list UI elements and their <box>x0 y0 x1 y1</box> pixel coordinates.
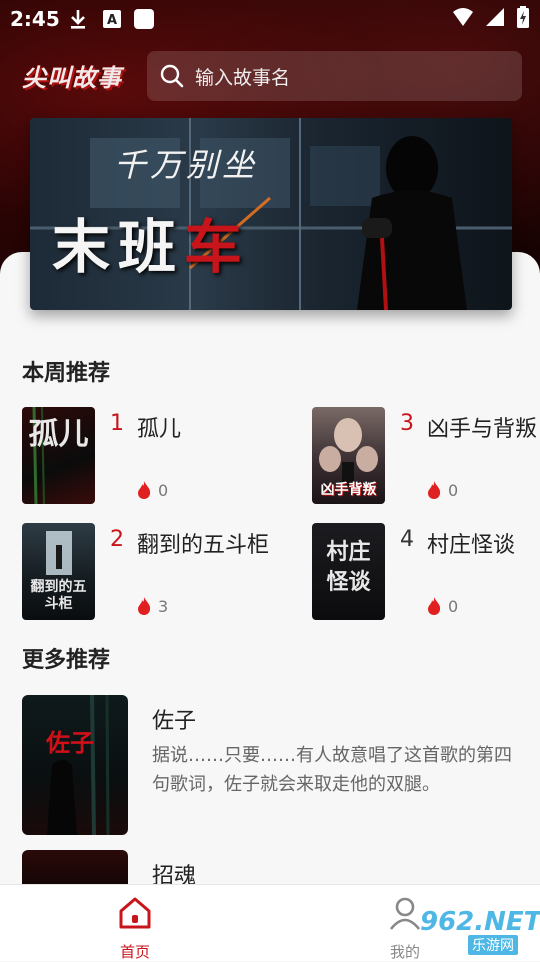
heat-count: 0 <box>448 596 459 616</box>
book-description: 据说……只要……有人故意唱了这首歌的第四句歌词，佐子就会来取走他的双腿。 <box>152 745 512 795</box>
book-title: 佐子 <box>152 709 197 734</box>
fire-icon <box>428 597 441 615</box>
status-right <box>452 6 530 28</box>
watermark-main: 962.NET <box>420 907 540 937</box>
weekly-book-item[interactable]: 孤儿 1 孤儿 0 <box>22 407 292 507</box>
rank-number: 1 <box>110 411 124 436</box>
heat-indicator: 0 <box>426 596 458 616</box>
nav-home-label: 首页 <box>119 943 150 961</box>
heat-indicator: 0 <box>136 480 168 500</box>
rank-number: 3 <box>400 411 414 436</box>
cover-text: 村庄怪谈 <box>326 539 371 595</box>
status-time: 2:45 <box>10 7 60 31</box>
banner-title-blood: 车 <box>184 213 251 281</box>
site-watermark: 962.NET 乐游网 <box>400 905 540 957</box>
book-cover: 孤儿 <box>22 407 95 504</box>
rank-number: 2 <box>110 527 124 552</box>
watermark-sub: 乐游网 <box>468 935 518 955</box>
hooded-figure-image <box>357 136 467 310</box>
banner-title: 末班车 <box>52 200 250 284</box>
banner-title-main: 末班 <box>52 213 185 281</box>
cover-text: 孤儿 <box>28 417 89 452</box>
status-bar: 2:45 A <box>0 0 540 36</box>
book-title: 翻到的五斗柜 <box>137 533 270 558</box>
heat-count: 0 <box>158 480 169 500</box>
cover-text: 翻到的五斗柜 <box>30 579 87 612</box>
search-icon <box>160 64 184 88</box>
weekly-book-item[interactable]: 村庄怪谈 4 村庄怪谈 0 <box>312 523 540 623</box>
cover-text: 凶手背叛 <box>320 482 377 498</box>
app-logo: 尖叫故事 <box>22 64 122 92</box>
book-cover: 翻到的五斗柜 <box>22 523 95 620</box>
weekly-book-item[interactable]: 凶手背叛 3 凶手与背叛 0 <box>312 407 540 507</box>
cover-text: 佐子 <box>46 728 94 757</box>
book-cover: 佐子 <box>22 695 128 835</box>
weekly-book-item[interactable]: 翻到的五斗柜 2 翻到的五斗柜 3 <box>22 523 292 623</box>
heat-indicator: 0 <box>426 480 458 500</box>
fire-icon <box>428 481 441 499</box>
heat-count: 0 <box>448 480 459 500</box>
weekly-section-title: 本周推荐 <box>22 361 111 386</box>
nav-home-tab[interactable]: 首页 <box>104 893 166 961</box>
app-notification-icon <box>134 9 154 29</box>
book-title: 村庄怪谈 <box>427 533 516 558</box>
book-title: 凶手与背叛 <box>427 417 538 442</box>
banner-carousel[interactable]: 千万别坐 末班车 <box>30 118 512 310</box>
more-book-item[interactable]: 佐子 佐子 据说……只要……有人故意唱了这首歌的第四句歌词，佐子就会来取走他的双… <box>22 695 522 835</box>
download-icon <box>71 10 85 29</box>
search-input[interactable]: 输入故事名 <box>147 51 522 101</box>
signal-icon <box>486 8 504 26</box>
banner-subtitle: 千万别坐 <box>114 146 259 184</box>
book-cover: 村庄怪谈 <box>312 523 385 620</box>
font-icon: A <box>103 10 121 28</box>
book-cover: 凶手背叛 <box>312 407 385 504</box>
rank-number: 4 <box>400 527 414 552</box>
fire-icon <box>138 597 151 615</box>
home-icon <box>119 897 151 929</box>
fire-icon <box>138 481 151 499</box>
book-title: 孤儿 <box>137 417 182 442</box>
cover-art <box>47 695 110 835</box>
heat-count: 3 <box>158 596 169 616</box>
heat-indicator: 3 <box>136 596 168 616</box>
battery-icon <box>517 6 529 28</box>
more-section-title: 更多推荐 <box>22 648 111 673</box>
search-placeholder: 输入故事名 <box>195 66 291 89</box>
svg-text:A: A <box>107 13 117 28</box>
wifi-icon <box>453 8 473 26</box>
